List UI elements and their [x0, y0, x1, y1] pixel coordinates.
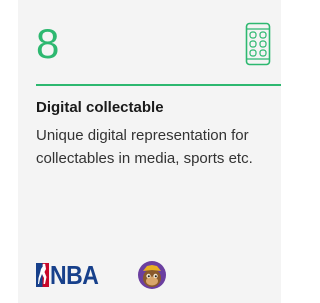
card-description: Unique digital representation for collec… [36, 127, 253, 167]
digital-collectable-card: 8 Digital collectable Unique digital rep… [18, 0, 281, 303]
nba-logo: NBA [36, 259, 99, 289]
smartphone-apps-icon [245, 22, 271, 66]
nba-wordmark: NBA [50, 259, 99, 289]
accent-divider [36, 84, 281, 86]
card-title: Digital collectable [36, 99, 164, 116]
nba-player-icon [36, 263, 49, 287]
card-number: 8 [36, 20, 60, 67]
ape-avatar-icon [138, 261, 166, 289]
